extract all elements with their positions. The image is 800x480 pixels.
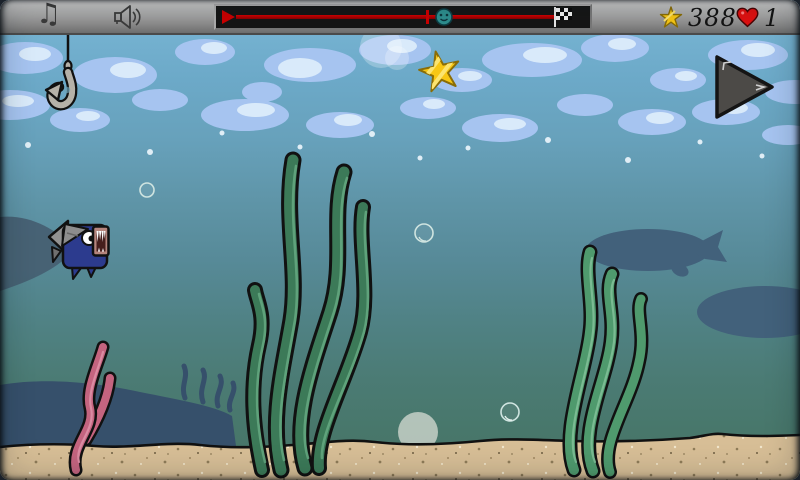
life-count: 1 (764, 4, 780, 32)
star-counter: 388 (659, 0, 737, 35)
speaker-icon[interactable] (112, 3, 146, 31)
fish-mouth (93, 227, 109, 256)
progress-checkpoint-tick (426, 10, 429, 24)
device-screen: ♫ 388 (0, 0, 800, 480)
game-screen: ♫ 388 (0, 0, 800, 480)
checkered-flag-icon (556, 8, 572, 20)
seaweed-right-cluster (570, 252, 642, 472)
life-counter: 1 (736, 0, 780, 35)
heart-icon (736, 7, 759, 28)
seaweed-middle-cluster (253, 160, 368, 470)
progress-start-arrow-icon (222, 10, 235, 24)
hud-bar: ♫ 388 (0, 0, 800, 35)
smiley-marker-icon (435, 8, 453, 26)
music-note-icon[interactable]: ♫ (36, 0, 61, 30)
progress-track (236, 15, 554, 19)
star-count: 388 (688, 4, 737, 32)
player-fish (49, 221, 109, 279)
star-icon (659, 6, 683, 30)
surface-light-patches (0, 26, 800, 163)
blob-shadow (697, 286, 800, 338)
game-scene (0, 0, 800, 480)
level-progress-bar (214, 4, 592, 30)
background-shadows (0, 217, 800, 446)
